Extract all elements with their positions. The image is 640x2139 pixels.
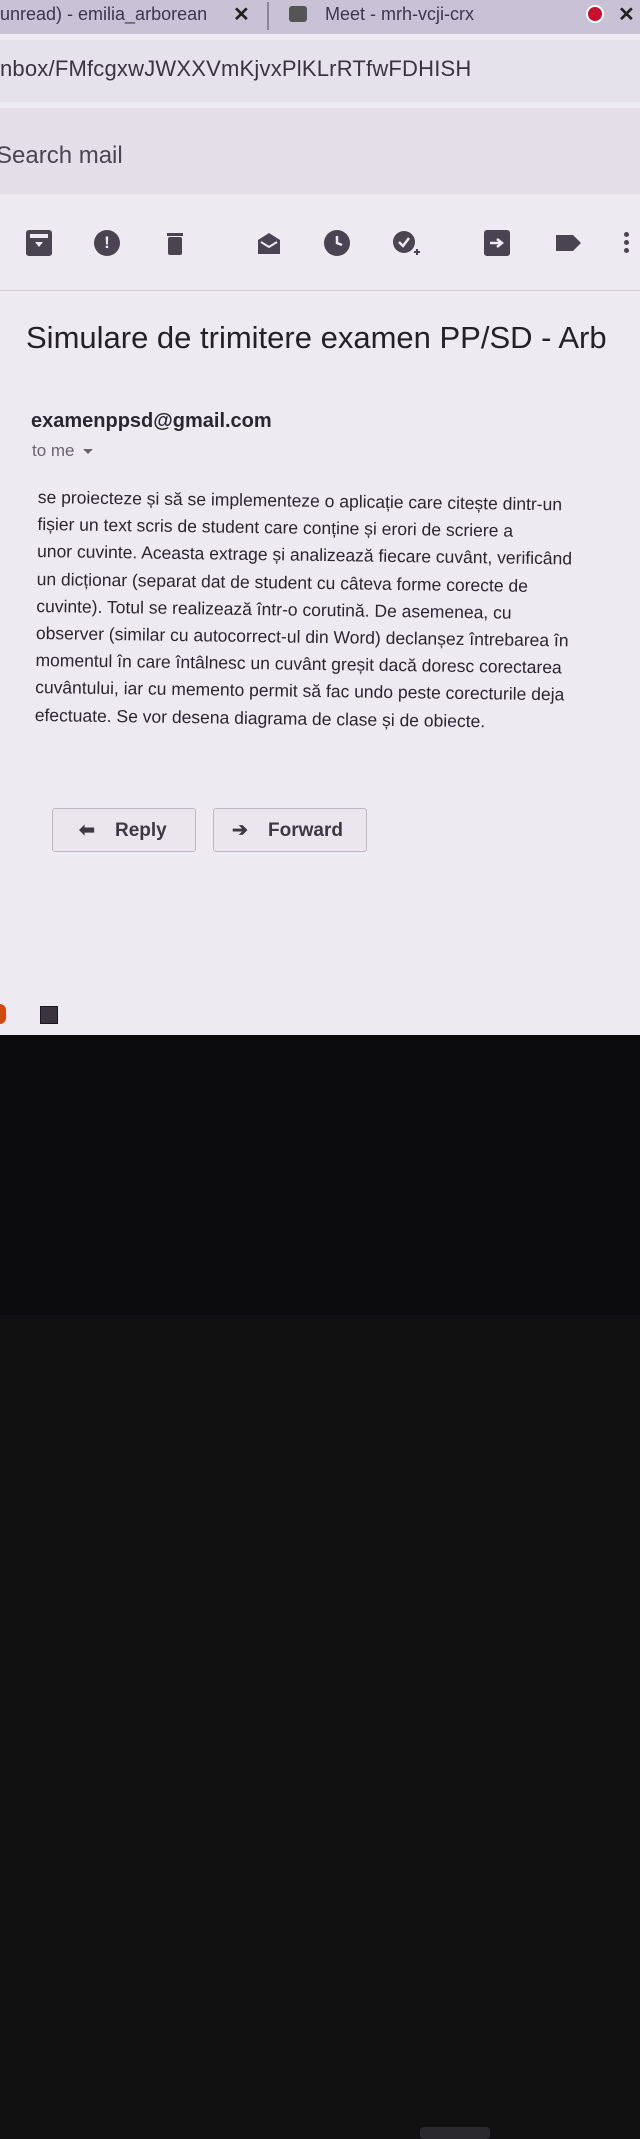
more-options-icon[interactable] <box>624 232 632 256</box>
search-mail-bar[interactable]: Search mail <box>0 108 640 194</box>
recipient-details[interactable]: to me <box>32 441 93 461</box>
browser-tab-bar: unread) - emilia_arborean ✕ Meet - mrh-v… <box>0 0 640 34</box>
recording-indicator-icon <box>586 5 604 23</box>
search-input[interactable]: Search mail <box>0 142 123 170</box>
mark-unread-icon[interactable] <box>256 230 282 256</box>
reply-label: Reply <box>115 820 167 841</box>
snooze-icon[interactable] <box>324 230 350 256</box>
sender-address: examenppsd@gmail.com <box>31 410 272 432</box>
monitor-bezel <box>0 1035 640 2139</box>
delete-icon[interactable] <box>162 230 188 256</box>
meet-icon <box>289 6 307 22</box>
chevron-down-icon <box>82 449 93 455</box>
url-text: nbox/FMfcgxwJWXXVmKjvxPlKLrRTfwFDHISH <box>0 56 472 81</box>
reply-icon: ⬅ <box>79 820 95 841</box>
label-icon[interactable] <box>554 230 581 256</box>
tab-title: unread) - emilia_arborean <box>0 4 208 24</box>
recipient-label: to me <box>32 441 75 460</box>
reply-button[interactable]: ⬅ Reply <box>52 808 196 852</box>
screen: unread) - emilia_arborean ✕ Meet - mrh-v… <box>0 0 640 1035</box>
add-task-icon[interactable] <box>392 230 420 256</box>
taskbar-app-icon[interactable] <box>0 1004 6 1024</box>
report-spam-icon[interactable]: ! <box>94 230 120 256</box>
tab-meet[interactable]: Meet - mrh-vcji-crx <box>285 0 585 34</box>
email-subject: Simulare de trimitere examen PP/SD - Arb <box>26 320 607 355</box>
tab-title: Meet - mrh-vcji-crx <box>325 4 474 24</box>
close-tab-icon[interactable]: ✕ <box>233 2 250 27</box>
close-tab-icon[interactable]: ✕ <box>618 2 635 27</box>
email-body: se proiecteze și să se implementeze o ap… <box>35 484 628 737</box>
forward-button[interactable]: ➔ Forward <box>213 808 367 852</box>
forward-icon: ➔ <box>232 820 248 841</box>
move-to-icon[interactable] <box>484 230 510 256</box>
archive-icon[interactable] <box>26 230 52 256</box>
tab-gmail[interactable]: unread) - emilia_arborean ✕ <box>0 0 265 34</box>
tab-divider <box>267 2 269 30</box>
address-bar[interactable]: nbox/FMfcgxwJWXXVmKjvxPlKLrRTfwFDHISH <box>0 40 640 102</box>
taskbar-app-icon[interactable] <box>40 1006 58 1024</box>
forward-label: Forward <box>268 820 343 841</box>
bezel-reflection <box>420 2127 490 2139</box>
